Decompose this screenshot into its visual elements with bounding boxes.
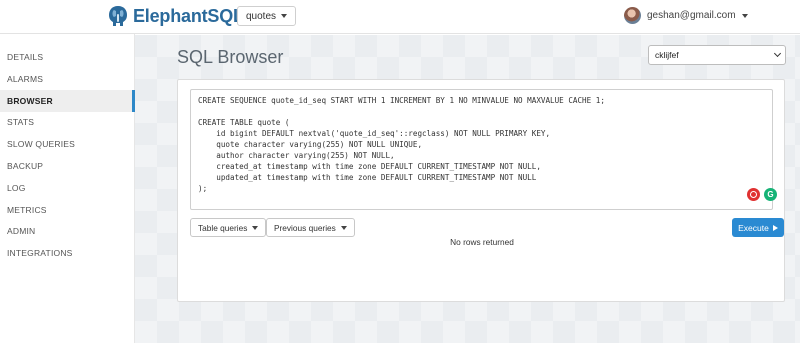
sidebar-item-log[interactable]: LOG bbox=[0, 177, 135, 199]
sidebar-item-details[interactable]: DETAILS bbox=[0, 46, 135, 68]
execute-button[interactable]: Execute bbox=[732, 218, 784, 237]
sidebar: DETAILS ALARMS BROWSER STATS SLOW QUERIES BAC… bbox=[0, 34, 135, 343]
sidebar-item-alarms[interactable]: ALARMS bbox=[0, 68, 135, 90]
sidebar-item-backup[interactable]: BACKUP bbox=[0, 155, 135, 177]
caret-down-icon bbox=[340, 225, 347, 230]
avatar bbox=[624, 7, 641, 24]
database-dropdown-label: quotes bbox=[246, 10, 277, 22]
top-bar: ElephantSQL quotes geshan@gmail.com bbox=[0, 0, 800, 34]
sql-query-text[interactable]: CREATE SEQUENCE quote_id_seq START WITH … bbox=[198, 95, 605, 194]
caret-down-icon bbox=[281, 14, 288, 18]
user-menu[interactable]: geshan@gmail.com bbox=[624, 7, 748, 24]
sidebar-item-integrations[interactable]: INTEGRATIONS bbox=[0, 242, 135, 264]
caret-down-icon bbox=[741, 13, 748, 18]
app-name: ElephantSQL bbox=[133, 5, 244, 26]
previous-queries-label: Previous queries bbox=[274, 222, 336, 233]
previous-queries-button[interactable]: Previous queries bbox=[266, 218, 355, 237]
elephant-logo-icon bbox=[109, 6, 127, 26]
caret-down-icon bbox=[252, 225, 259, 230]
play-icon bbox=[772, 224, 778, 231]
extension-badge-icon[interactable] bbox=[747, 188, 760, 201]
table-queries-button[interactable]: Table queries bbox=[190, 218, 267, 237]
query-card: CREATE SEQUENCE quote_id_seq START WITH … bbox=[177, 79, 785, 302]
table-queries-label: Table queries bbox=[198, 222, 248, 233]
instance-select[interactable]: cklijfef bbox=[648, 45, 786, 65]
instance-select-value: cklijfef bbox=[655, 50, 679, 60]
query-status: No rows returned bbox=[450, 237, 514, 247]
execute-label: Execute bbox=[738, 222, 769, 233]
sidebar-item-admin[interactable]: ADMIN bbox=[0, 220, 135, 242]
logo[interactable]: ElephantSQL bbox=[108, 5, 244, 27]
sidebar-item-browser[interactable]: BROWSER bbox=[0, 89, 135, 112]
database-dropdown[interactable]: quotes bbox=[237, 6, 297, 26]
main-content: SQL Browser cklijfef CREATE SEQUENCE quo… bbox=[135, 35, 800, 343]
sql-editor[interactable]: CREATE SEQUENCE quote_id_seq START WITH … bbox=[190, 89, 777, 210]
sidebar-item-slow-queries[interactable]: SLOW QUERIES bbox=[0, 133, 135, 155]
user-email: geshan@gmail.com bbox=[647, 10, 736, 21]
sidebar-item-stats[interactable]: STATS bbox=[0, 111, 135, 133]
page-title: SQL Browser bbox=[177, 47, 284, 67]
grammarly-icon[interactable]: G bbox=[764, 188, 777, 201]
sidebar-item-metrics[interactable]: METRICS bbox=[0, 199, 135, 221]
chevron-down-icon bbox=[773, 49, 782, 58]
